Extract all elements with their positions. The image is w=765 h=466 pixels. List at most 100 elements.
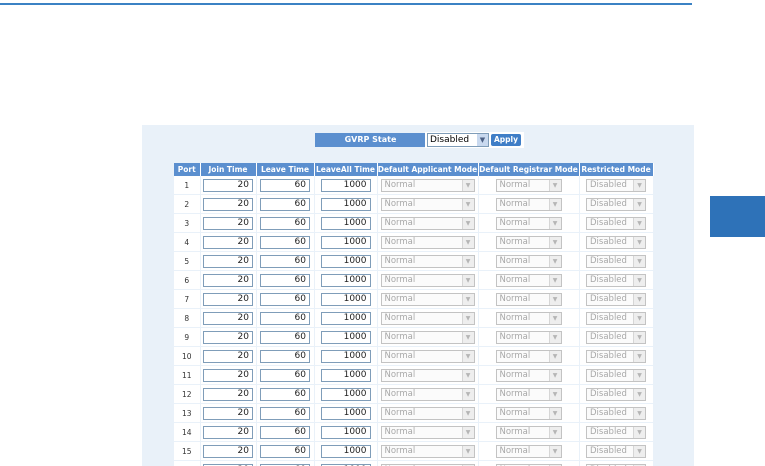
leaveall-time-input[interactable]: 1000 — [320, 425, 371, 439]
applicant-mode-select[interactable]: Normal ▼ — [380, 235, 475, 249]
gvrp-state-select[interactable]: Disabled ▼ — [427, 133, 489, 147]
restricted-mode-select[interactable]: Disabled ▼ — [586, 216, 646, 230]
registrar-mode-select[interactable]: Normal ▼ — [495, 387, 562, 401]
applicant-mode-select[interactable]: Normal ▼ — [380, 178, 475, 192]
restricted-mode-select[interactable]: Disabled ▼ — [586, 197, 646, 211]
port-number: 16 — [174, 460, 201, 466]
restricted-mode-select[interactable]: Disabled ▼ — [586, 425, 646, 439]
join-time-input[interactable]: 20 — [203, 387, 253, 401]
applicant-mode-select[interactable]: Normal ▼ — [380, 387, 475, 401]
restricted-mode-select[interactable]: Disabled ▼ — [586, 273, 646, 287]
join-time-input[interactable]: 20 — [203, 235, 253, 249]
leave-time-input[interactable]: 60 — [260, 273, 310, 287]
registrar-mode-select[interactable]: Normal ▼ — [495, 197, 562, 211]
join-time-input[interactable]: 20 — [203, 292, 253, 306]
join-time-input[interactable]: 20 — [203, 197, 253, 211]
applicant-mode-select[interactable]: Normal ▼ — [380, 406, 475, 420]
leave-time-input[interactable]: 60 — [260, 292, 310, 306]
restricted-mode-cell: Disabled ▼ — [579, 251, 654, 271]
applicant-mode-select[interactable]: Normal ▼ — [380, 330, 475, 344]
registrar-mode-select[interactable]: Normal ▼ — [495, 254, 562, 268]
leaveall-time-input[interactable]: 1000 — [320, 273, 371, 287]
leaveall-time-input[interactable]: 1000 — [320, 292, 371, 306]
join-time-input[interactable]: 20 — [203, 406, 253, 420]
chevron-down-icon[interactable]: ▼ — [477, 134, 488, 146]
registrar-mode-select[interactable]: Normal ▼ — [495, 292, 562, 306]
applicant-mode-select[interactable]: Normal ▼ — [380, 197, 475, 211]
restricted-mode-select[interactable]: Disabled ▼ — [586, 406, 646, 420]
registrar-mode-select[interactable]: Normal ▼ — [495, 178, 562, 192]
join-time-input[interactable]: 20 — [203, 273, 253, 287]
restricted-mode-select[interactable]: Disabled ▼ — [586, 311, 646, 325]
applicant-mode-select[interactable]: Normal ▼ — [380, 292, 475, 306]
leave-time-input[interactable]: 60 — [260, 235, 310, 249]
restricted-mode-select[interactable]: Disabled ▼ — [586, 178, 646, 192]
join-time-input[interactable]: 20 — [203, 349, 253, 363]
leaveall-time-input[interactable]: 1000 — [320, 254, 371, 268]
restricted-mode-select[interactable]: Disabled ▼ — [586, 330, 646, 344]
applicant-mode-select[interactable]: Normal ▼ — [380, 368, 475, 382]
join-time-input[interactable]: 20 — [203, 330, 253, 344]
join-time-input[interactable]: 20 — [203, 254, 253, 268]
restricted-mode-select[interactable]: Disabled ▼ — [586, 387, 646, 401]
join-time-input[interactable]: 20 — [203, 216, 253, 230]
leaveall-time-input[interactable]: 1000 — [320, 368, 371, 382]
leave-time-input[interactable]: 60 — [260, 406, 310, 420]
registrar-mode-select[interactable]: Normal ▼ — [495, 368, 562, 382]
applicant-mode-select[interactable]: Normal ▼ — [380, 273, 475, 287]
applicant-mode-select[interactable]: Normal ▼ — [380, 216, 475, 230]
leave-time-input[interactable]: 60 — [260, 387, 310, 401]
registrar-mode-select[interactable]: Normal ▼ — [495, 330, 562, 344]
applicant-mode-select[interactable]: Normal ▼ — [380, 425, 475, 439]
leaveall-time-input[interactable]: 1000 — [320, 197, 371, 211]
leaveall-time-input[interactable]: 1000 — [320, 216, 371, 230]
leave-time-input[interactable]: 60 — [260, 444, 310, 458]
applicant-mode-select[interactable]: Normal ▼ — [380, 349, 475, 363]
leave-time-input[interactable]: 60 — [260, 178, 310, 192]
restricted-mode-select[interactable]: Disabled ▼ — [586, 292, 646, 306]
leave-time-input[interactable]: 60 — [260, 197, 310, 211]
registrar-mode-select[interactable]: Normal ▼ — [495, 406, 562, 420]
registrar-mode-select[interactable]: Normal ▼ — [495, 349, 562, 363]
applicant-mode-select[interactable]: Normal ▼ — [380, 254, 475, 268]
join-time-input[interactable]: 20 — [203, 178, 253, 192]
leave-time-input[interactable]: 60 — [260, 330, 310, 344]
restricted-mode-select[interactable]: Disabled ▼ — [586, 444, 646, 458]
leaveall-time-input[interactable]: 1000 — [320, 406, 371, 420]
leave-time-input[interactable]: 60 — [260, 311, 310, 325]
registrar-mode-select[interactable]: Normal ▼ — [495, 235, 562, 249]
leave-time-input[interactable]: 60 — [260, 349, 310, 363]
leave-time-input[interactable]: 60 — [260, 425, 310, 439]
leave-time-input[interactable]: 60 — [260, 216, 310, 230]
leaveall-time-input[interactable]: 1000 — [320, 311, 371, 325]
leaveall-time-input[interactable]: 1000 — [320, 330, 371, 344]
registrar-mode-select[interactable]: Normal ▼ — [495, 425, 562, 439]
leave-time-input[interactable]: 60 — [260, 368, 310, 382]
leaveall-time-input[interactable]: 1000 — [320, 178, 371, 192]
leaveall-time-input[interactable]: 1000 — [320, 387, 371, 401]
leave-time-input[interactable]: 60 — [260, 254, 310, 268]
join-time-input[interactable]: 20 — [203, 425, 253, 439]
applicant-mode-value: Normal — [384, 312, 416, 323]
restricted-mode-select[interactable]: Disabled ▼ — [586, 254, 646, 268]
join-time-input[interactable]: 20 — [203, 368, 253, 382]
restricted-mode-value: Disabled — [590, 369, 627, 380]
applicant-mode-value: Normal — [384, 350, 416, 361]
restricted-mode-select[interactable]: Disabled ▼ — [586, 349, 646, 363]
applicant-mode-select[interactable]: Normal ▼ — [380, 444, 475, 458]
join-time-input[interactable]: 20 — [203, 311, 253, 325]
leaveall-time-input[interactable]: 1000 — [320, 444, 371, 458]
registrar-mode-select[interactable]: Normal ▼ — [495, 311, 562, 325]
apply-button[interactable]: Apply — [491, 134, 521, 146]
join-time-input[interactable]: 20 — [203, 444, 253, 458]
chevron-down-icon: ▼ — [548, 236, 561, 248]
registrar-mode-select[interactable]: Normal ▼ — [495, 216, 562, 230]
registrar-mode-select[interactable]: Normal ▼ — [495, 444, 562, 458]
restricted-mode-select[interactable]: Disabled ▼ — [586, 368, 646, 382]
leaveall-time-input[interactable]: 1000 — [320, 349, 371, 363]
restricted-mode-select[interactable]: Disabled ▼ — [586, 235, 646, 249]
registrar-mode-cell: Normal ▼ — [478, 270, 580, 290]
leaveall-time-input[interactable]: 1000 — [320, 235, 371, 249]
applicant-mode-select[interactable]: Normal ▼ — [380, 311, 475, 325]
registrar-mode-select[interactable]: Normal ▼ — [495, 273, 562, 287]
